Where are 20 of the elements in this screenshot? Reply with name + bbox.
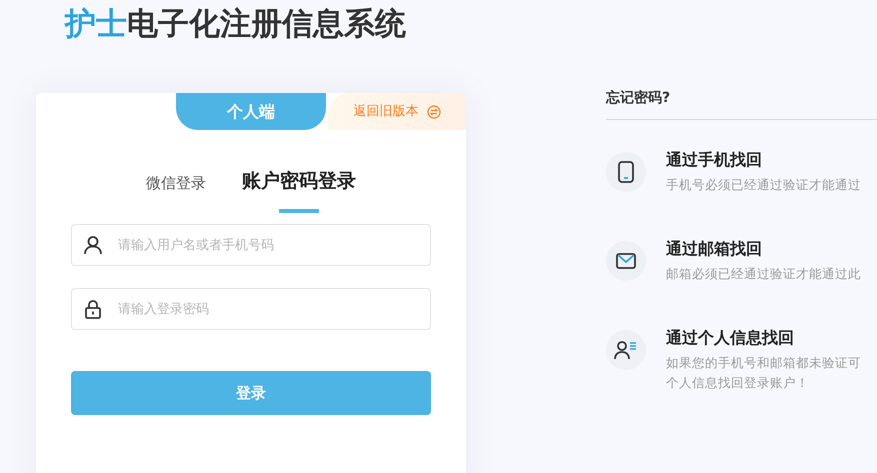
user-list-icon	[614, 340, 638, 360]
page-title: 护士电子化注册信息系统	[65, 5, 406, 44]
forgot-heading: 忘记密码?	[606, 88, 672, 108]
input-field[interactable]: 请输入登录密码	[71, 288, 431, 330]
lock-icon	[83, 299, 103, 319]
swap-icon	[426, 104, 440, 118]
phone-icon	[618, 161, 634, 183]
login-tab[interactable]: 账户密码登录	[242, 166, 356, 196]
option-description: 个人信息找回登录账户！	[666, 374, 810, 392]
option-description: 手机号必须已经通过验证才能通过	[666, 176, 861, 194]
option-description: 如果您的手机号和邮箱都未验证可	[666, 354, 861, 372]
option-title[interactable]: 通过手机找回	[666, 148, 861, 172]
mail-icon	[616, 253, 636, 269]
login-tab[interactable]: 微信登录	[146, 172, 206, 196]
input-field[interactable]: 请输入用户名或者手机号码	[71, 224, 431, 266]
option-title[interactable]: 通过邮箱找回	[666, 237, 861, 261]
user-icon	[83, 235, 103, 255]
active-tab-underline	[279, 209, 319, 213]
option-description: 邮箱必须已经通过验证才能通过此	[666, 265, 861, 283]
option-title[interactable]: 通过个人信息找回	[666, 326, 861, 350]
